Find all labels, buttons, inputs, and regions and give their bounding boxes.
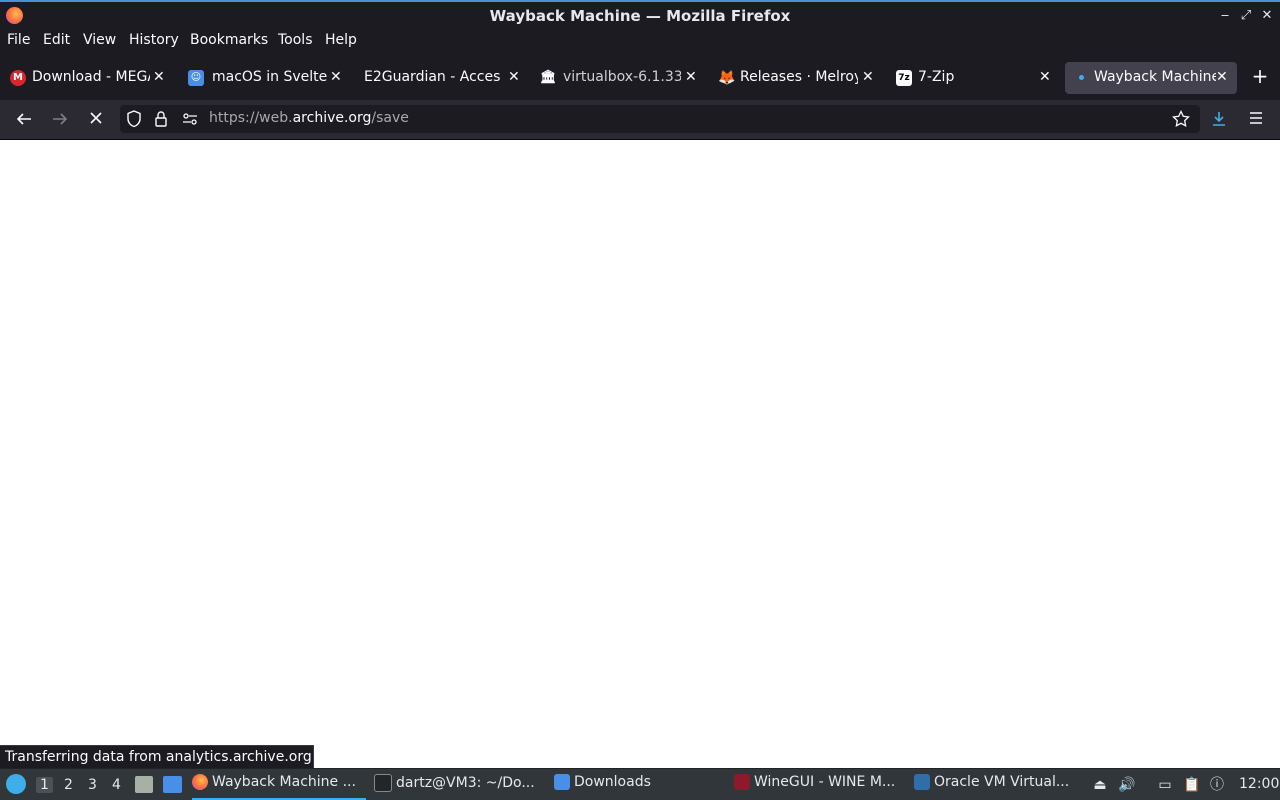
menu-file[interactable]: File [7, 32, 30, 48]
menu-bookmarks[interactable]: Bookmarks [190, 32, 268, 48]
navigation-toolbar: https://web.archive.org/save [0, 100, 1280, 140]
tab-strip: M Download - MEGA ✕ ☺ macOS in Svelte ✕ … [0, 54, 1280, 100]
file-manager-launcher-icon[interactable] [135, 776, 153, 793]
loading-dot-icon [1079, 75, 1084, 80]
wine-icon [734, 774, 750, 790]
clock[interactable]: 12:00 [1239, 776, 1279, 792]
lock-icon[interactable] [154, 110, 170, 128]
tracking-shield-icon[interactable] [126, 110, 144, 128]
downloads-icon[interactable] [1209, 110, 1229, 130]
mega-icon: M [10, 70, 26, 86]
page-content[interactable] [0, 140, 1280, 768]
maximize-icon[interactable]: ⤢ [1237, 7, 1255, 25]
tab-close-icon[interactable]: ✕ [1216, 69, 1228, 85]
task-virtualbox[interactable]: Oracle VM Virtual... [914, 774, 1069, 798]
tab-virtualbox[interactable]: 🏛 virtualbox-6.1.33- ✕ [530, 62, 705, 94]
tab-close-icon[interactable]: ✕ [685, 69, 697, 85]
terminal-icon [374, 774, 392, 792]
task-downloads[interactable]: Downloads [554, 774, 651, 798]
task-firefox[interactable]: Wayback Machine ... [192, 774, 366, 800]
forward-arrow-icon[interactable] [50, 110, 70, 130]
tab-releases-melroy[interactable]: 🦊 Releases · Melroy ✕ [708, 62, 883, 94]
bookmark-star-icon[interactable] [1172, 109, 1190, 128]
task-terminal[interactable]: dartz@VM3: ~/Do... [374, 774, 535, 798]
workspace-3[interactable]: 3 [88, 777, 97, 793]
tab-e2guardian[interactable]: E2Guardian - Access ✕ [352, 62, 527, 94]
back-arrow-icon[interactable] [14, 110, 34, 130]
tab-close-icon[interactable]: ✕ [508, 69, 520, 85]
desktop-launcher-icon[interactable] [163, 776, 182, 793]
eject-icon[interactable]: ⏏ [1091, 776, 1109, 794]
permissions-icon[interactable] [182, 111, 200, 127]
menubar: File Edit View History Bookmarks Tools H… [0, 29, 1280, 54]
close-window-icon[interactable]: ✕ [1258, 7, 1276, 25]
network-icon[interactable]: ▭ [1156, 776, 1174, 794]
start-menu-icon[interactable] [6, 774, 26, 794]
tab-macos-svelte[interactable]: ☺ macOS in Svelte ✕ [178, 62, 348, 94]
notification-icon[interactable]: ⓘ [1208, 776, 1226, 794]
stop-loading-icon[interactable] [86, 110, 106, 130]
menu-tools[interactable]: Tools [278, 32, 313, 48]
tab-close-icon[interactable]: ✕ [1039, 69, 1051, 85]
taskbar: 1 2 3 4 Wayback Machine ... dartz@VM3: ~… [0, 768, 1280, 800]
virtualbox-icon [914, 774, 930, 790]
tab-wayback-machine[interactable]: Wayback Machine ✕ [1065, 62, 1237, 94]
tab-mega[interactable]: M Download - MEGA ✕ [0, 62, 175, 94]
svelte-icon: ☺ [188, 70, 204, 86]
7zip-icon: 7z [896, 70, 912, 86]
folder-icon [554, 774, 570, 790]
workspace-4[interactable]: 4 [112, 777, 121, 793]
new-tab-icon[interactable]: + [1250, 66, 1270, 86]
tab-7zip[interactable]: 7z 7-Zip ✕ [886, 62, 1061, 94]
window-title: Wayback Machine — Mozilla Firefox [489, 7, 791, 25]
tab-close-icon[interactable]: ✕ [862, 69, 874, 85]
tab-close-icon[interactable]: ✕ [330, 69, 342, 85]
gitlab-icon: 🦊 [718, 70, 736, 86]
url-text: https://web.archive.org/save [209, 110, 409, 126]
tab-close-icon[interactable]: ✕ [153, 69, 165, 85]
volume-icon[interactable]: 🔊 [1118, 776, 1136, 794]
workspace-2[interactable]: 2 [64, 777, 73, 793]
workspace-1[interactable]: 1 [36, 777, 53, 793]
task-winegui[interactable]: WineGUI - WINE M... [734, 774, 895, 798]
menu-view[interactable]: View [83, 32, 116, 48]
window-titlebar[interactable]: Wayback Machine — Mozilla Firefox ‒ ⤢ ✕ [0, 0, 1280, 29]
status-text: Transferring data from analytics.archive… [0, 745, 314, 768]
minimize-icon[interactable]: ‒ [1216, 7, 1234, 25]
clipboard-icon[interactable]: 📋 [1183, 776, 1201, 794]
firefox-icon [192, 774, 208, 790]
menu-help[interactable]: Help [325, 32, 357, 48]
archive-icon: 🏛 [540, 70, 557, 85]
menu-edit[interactable]: Edit [43, 32, 70, 48]
hamburger-menu-icon[interactable] [1246, 110, 1266, 130]
menu-history[interactable]: History [129, 32, 179, 48]
